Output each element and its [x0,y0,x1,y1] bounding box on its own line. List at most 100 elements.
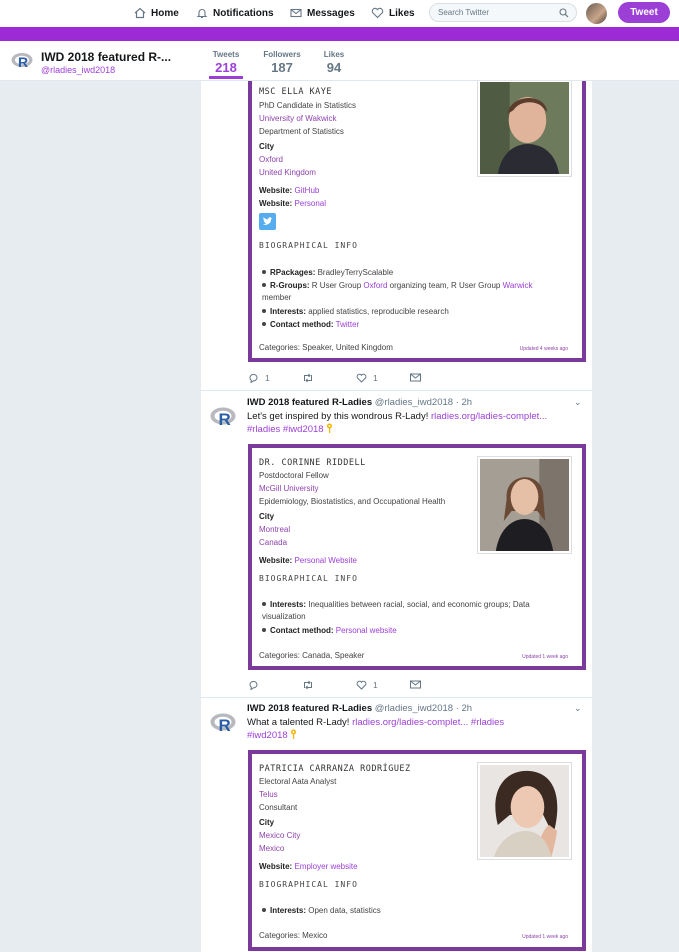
tweet-text: What a talented R-Lady! rladies.org/ladi… [247,716,587,742]
bio-label: RPackages: [270,268,316,277]
card-bio-header: BIOGRAPHICAL INFO [259,574,358,583]
profile-card[interactable]: DR. CORINNE RIDDELL Postdoctoral Fellow … [248,444,586,670]
person-photo [477,456,572,554]
tweet-hashtag[interactable]: #iwd2018 [247,730,288,741]
reply-button[interactable]: 1 [248,373,270,383]
card-website-link[interactable]: Personal Website [294,556,357,565]
card-city-link[interactable]: Mexico City [259,831,300,840]
card-org-link[interactable]: McGill University [259,484,319,493]
dm-button[interactable] [410,373,421,382]
card-city-label: City [259,142,275,151]
tweet-hashtags[interactable]: #rladies #iwd2018 [247,424,324,435]
contact-website-link[interactable]: Personal website [336,626,397,635]
svg-text:R: R [219,410,231,428]
photo-portrait [480,765,569,857]
tweet-header: IWD 2018 featured R-Ladies @rladies_iwd2… [247,397,472,408]
card-city-label: City [259,818,275,827]
tweet-link[interactable]: rladies.org/ladies-complet... [431,411,547,422]
stat-value: 218 [215,60,237,75]
card-country-link[interactable]: Canada [259,538,287,547]
tweet-actions: 1 [248,680,438,692]
bio-label: Interests: [270,906,307,915]
card-updated: Updated 1 week ago [522,654,568,660]
card-bio-item: Interests: Open data, statistics [262,905,552,917]
contact-twitter-link[interactable]: Twitter [336,320,360,329]
card-website-label: Website: [259,556,293,565]
envelope-icon [290,8,302,18]
svg-text:R: R [219,716,231,734]
bio-text: organizing team, R User Group [389,281,501,290]
card-website-row: Website: GitHub [259,186,319,195]
reply-icon [249,373,258,383]
envelope-icon [410,373,421,382]
nav-home[interactable]: Home [134,4,179,22]
bio-label: Contact method: [270,626,334,635]
tweet-handle[interactable]: @rladies_iwd2018 · 2h [375,703,472,714]
stat-value: 94 [326,60,342,75]
profile-banner-strip [0,27,679,41]
tweet-author[interactable]: IWD 2018 featured R-Ladies [247,397,372,408]
card-github-link[interactable]: GitHub [294,186,319,195]
profile-name[interactable]: IWD 2018 featured R-... [41,50,171,64]
chevron-down-icon[interactable]: ⌄ [574,703,582,714]
card-bio-item: Interests: applied statistics, reproduci… [262,306,552,318]
card-city-link[interactable]: Montreal [259,525,290,534]
tweet-divider [201,390,592,391]
card-categories: Categories: Canada, Speaker [259,651,365,660]
stat-value: 187 [271,60,293,75]
bullet-dot [262,908,266,912]
nav-notifications[interactable]: Notifications [196,4,274,22]
twitter-icon[interactable] [259,213,276,230]
r-logo-avatar[interactable]: R [210,406,238,428]
search-icon[interactable] [559,8,569,18]
tab-tweets[interactable]: Tweets 218 [209,50,243,79]
tweet-hashtag[interactable]: #rladies [471,717,504,728]
tab-followers[interactable]: Followers 187 [259,50,305,75]
bullet-dot [262,628,266,632]
card-city-link[interactable]: Oxford [259,155,283,164]
profile-card[interactable]: MSC ELLA KAYE PhD Candidate in Statistic… [248,81,586,362]
tweet-author[interactable]: IWD 2018 featured R-Ladies [247,703,372,714]
tweet-link[interactable]: rladies.org/ladies-complet... [352,717,468,728]
card-org-link[interactable]: Telus [259,790,278,799]
bullet-dot [262,309,266,313]
warwick-link[interactable]: Warwick [503,281,533,290]
profile-handle[interactable]: @rladies_iwd2018 [41,65,115,75]
card-dept: Epidemiology, Biostatistics, and Occupat… [259,497,446,506]
nav-likes[interactable]: Likes [371,4,415,22]
heart-icon [371,7,384,19]
tweet-body: Let's get inspired by this wondrous R-La… [247,411,429,422]
card-dept: Department of Statistics [259,127,344,136]
key-emoji-icon [291,729,297,739]
tweet-button[interactable]: Tweet [618,2,670,23]
r-logo-avatar[interactable]: R [210,712,238,734]
card-org-link[interactable]: University of Wakwick [259,114,337,123]
like-button[interactable]: 1 [356,680,378,690]
stat-label: Likes [323,50,345,59]
card-bio-item: Contact method: Twitter [262,319,552,331]
card-bio-item: Contact method: Personal website [262,625,552,637]
like-button[interactable]: 1 [356,373,378,383]
card-personal-link[interactable]: Personal [294,199,326,208]
bio-text: member [262,293,292,302]
reply-button[interactable] [248,680,259,690]
dm-button[interactable] [410,680,421,689]
retweet-button[interactable] [302,373,314,383]
tweet-handle[interactable]: @rladies_iwd2018 · 2h [375,397,472,408]
oxford-link[interactable]: Oxford [363,281,387,290]
retweet-icon [304,680,312,690]
card-country-link[interactable]: Mexico [259,844,284,853]
bio-text: Open data, statistics [308,906,381,915]
bio-text: R User Group [311,281,362,290]
card-country-link[interactable]: United Kingdom [259,168,316,177]
tab-likes[interactable]: Likes 94 [320,50,348,75]
user-avatar[interactable] [586,3,607,24]
bullet-dot [262,270,266,274]
card-website-link[interactable]: Employer website [294,862,357,871]
profile-card[interactable]: PATRICIA CARRANZA RODRÍGUEZ Electoral Aa… [248,750,586,951]
search-input[interactable]: Search Twitter [429,3,577,22]
card-city-label: City [259,512,275,521]
retweet-button[interactable] [302,680,314,690]
nav-messages[interactable]: Messages [290,4,355,22]
chevron-down-icon[interactable]: ⌄ [574,397,582,408]
